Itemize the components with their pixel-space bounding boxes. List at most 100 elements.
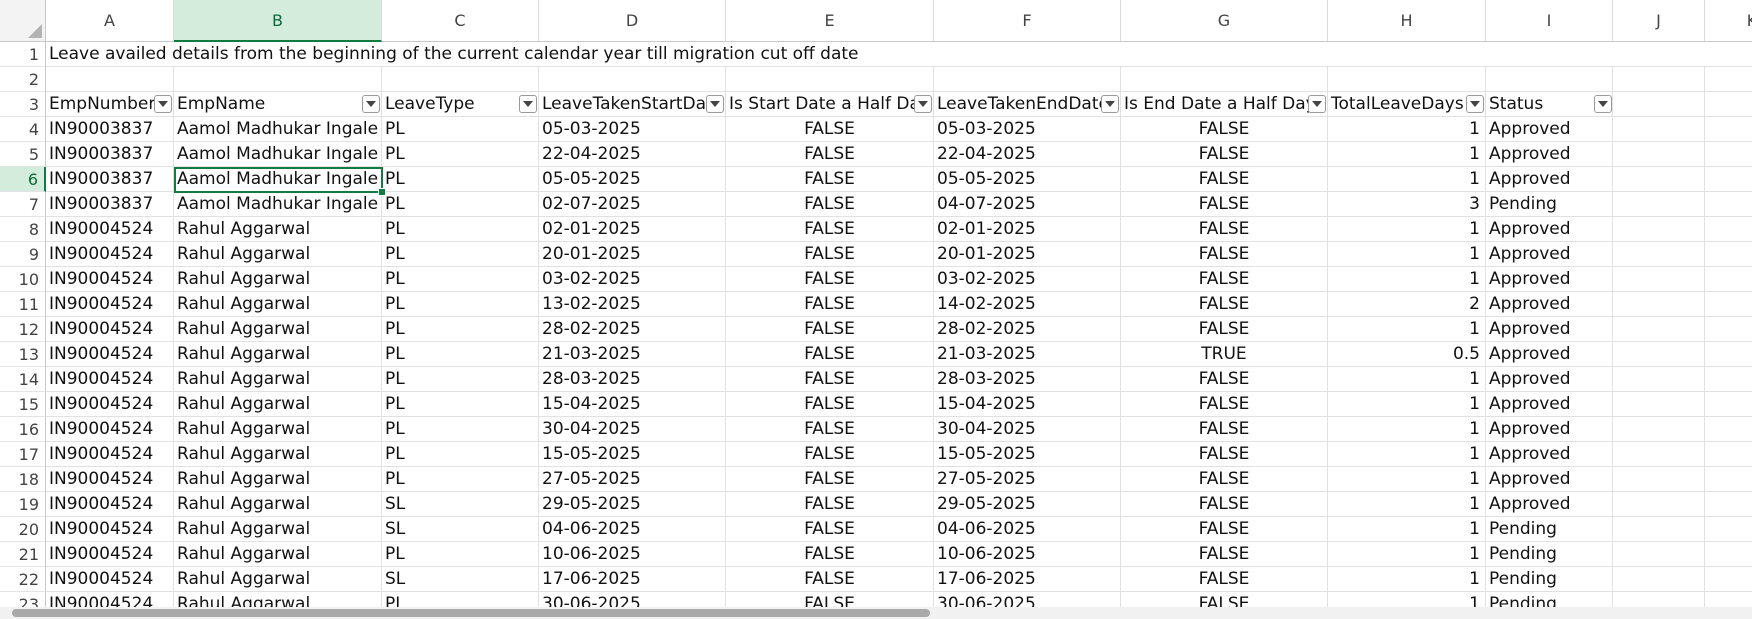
grid-cell[interactable] — [1613, 217, 1705, 242]
row-header-17[interactable]: 17 — [0, 442, 46, 467]
table-cell[interactable]: 15-04-2025 — [539, 392, 726, 417]
row-header-7[interactable]: 7 — [0, 192, 46, 217]
grid-cell[interactable] — [174, 67, 382, 92]
table-cell[interactable]: PL — [382, 317, 539, 342]
table-cell[interactable]: IN90004524 — [46, 217, 174, 242]
table-cell[interactable]: PL — [382, 392, 539, 417]
column-header-k[interactable]: K — [1705, 0, 1752, 42]
grid-cell[interactable] — [539, 67, 726, 92]
table-cell[interactable]: 28-02-2025 — [539, 317, 726, 342]
header-cell[interactable]: LeaveType — [382, 92, 539, 117]
table-cell[interactable]: 04-07-2025 — [934, 192, 1121, 217]
grid-cell[interactable] — [1613, 67, 1705, 92]
filter-dropdown-icon[interactable] — [706, 95, 724, 113]
grid-cell[interactable] — [1705, 242, 1752, 267]
table-cell[interactable]: PL — [382, 467, 539, 492]
table-cell[interactable]: PL — [382, 542, 539, 567]
table-cell[interactable]: FALSE — [726, 517, 934, 542]
table-cell[interactable]: 29-05-2025 — [934, 492, 1121, 517]
table-cell[interactable]: 17-06-2025 — [934, 567, 1121, 592]
grid-cell[interactable] — [1613, 517, 1705, 542]
column-header-e[interactable]: E — [726, 0, 934, 42]
grid-cell[interactable] — [1705, 392, 1752, 417]
row-header-5[interactable]: 5 — [0, 142, 46, 167]
table-cell[interactable]: FALSE — [726, 117, 934, 142]
table-cell[interactable]: Approved — [1486, 117, 1613, 142]
table-cell[interactable]: Rahul Aggarwal — [174, 517, 382, 542]
table-cell[interactable]: IN90004524 — [46, 242, 174, 267]
table-cell[interactable]: Approved — [1486, 292, 1613, 317]
table-cell[interactable]: FALSE — [1121, 317, 1328, 342]
select-all-button[interactable] — [0, 0, 46, 42]
table-cell[interactable]: 27-05-2025 — [934, 467, 1121, 492]
grid-cell[interactable] — [1613, 417, 1705, 442]
table-cell[interactable]: IN90003837 — [46, 117, 174, 142]
table-cell[interactable]: 05-03-2025 — [934, 117, 1121, 142]
table-cell[interactable]: FALSE — [726, 417, 934, 442]
header-cell[interactable]: EmpName — [174, 92, 382, 117]
table-cell[interactable]: FALSE — [726, 242, 934, 267]
table-cell[interactable]: FALSE — [1121, 267, 1328, 292]
table-cell[interactable]: Approved — [1486, 342, 1613, 367]
table-cell[interactable]: 1 — [1328, 467, 1486, 492]
table-cell[interactable]: PL — [382, 242, 539, 267]
table-cell[interactable]: IN90004524 — [46, 267, 174, 292]
filter-dropdown-icon[interactable] — [519, 95, 537, 113]
table-cell[interactable]: 05-05-2025 — [934, 167, 1121, 192]
row-header-1[interactable]: 1 — [0, 42, 46, 67]
row-header-16[interactable]: 16 — [0, 417, 46, 442]
table-cell[interactable]: Approved — [1486, 167, 1613, 192]
table-cell[interactable]: 1 — [1328, 492, 1486, 517]
table-cell[interactable]: Rahul Aggarwal — [174, 317, 382, 342]
row-header-10[interactable]: 10 — [0, 267, 46, 292]
column-header-c[interactable]: C — [382, 0, 539, 42]
table-cell[interactable]: 3 — [1328, 192, 1486, 217]
table-cell[interactable]: 21-03-2025 — [539, 342, 726, 367]
table-cell[interactable]: Aamol Madhukar Ingale — [174, 142, 382, 167]
table-cell[interactable]: Approved — [1486, 242, 1613, 267]
grid-cell[interactable] — [1613, 92, 1705, 117]
table-cell[interactable]: FALSE — [726, 342, 934, 367]
row-header-20[interactable]: 20 — [0, 517, 46, 542]
table-cell[interactable]: 10-06-2025 — [539, 542, 726, 567]
table-cell[interactable]: IN90004524 — [46, 542, 174, 567]
table-cell[interactable]: Rahul Aggarwal — [174, 392, 382, 417]
grid-cell[interactable] — [934, 67, 1121, 92]
row-header-9[interactable]: 9 — [0, 242, 46, 267]
grid-cell[interactable] — [1613, 367, 1705, 392]
grid-cell[interactable] — [46, 67, 174, 92]
table-cell[interactable]: 0.5 — [1328, 342, 1486, 367]
column-header-b[interactable]: B — [174, 0, 382, 42]
filter-dropdown-icon[interactable] — [1308, 95, 1326, 113]
table-cell[interactable]: IN90004524 — [46, 467, 174, 492]
table-cell[interactable]: Approved — [1486, 367, 1613, 392]
grid-cell[interactable] — [1705, 142, 1752, 167]
header-cell[interactable]: Is Start Date a Half Day — [726, 92, 934, 117]
grid-cell[interactable] — [1705, 442, 1752, 467]
row-header-2[interactable]: 2 — [0, 67, 46, 92]
sheet-title[interactable]: Leave availed details from the beginning… — [46, 42, 1486, 67]
table-cell[interactable]: Rahul Aggarwal — [174, 467, 382, 492]
grid-cell[interactable] — [1705, 367, 1752, 392]
grid-cell[interactable] — [1705, 542, 1752, 567]
table-cell[interactable]: PL — [382, 217, 539, 242]
table-cell[interactable]: 04-06-2025 — [539, 517, 726, 542]
table-cell[interactable]: IN90004524 — [46, 492, 174, 517]
column-header-a[interactable]: A — [46, 0, 174, 42]
grid-cell[interactable] — [1705, 117, 1752, 142]
table-cell[interactable]: 2 — [1328, 292, 1486, 317]
table-cell[interactable]: Rahul Aggarwal — [174, 342, 382, 367]
table-cell[interactable]: 27-05-2025 — [539, 467, 726, 492]
table-cell[interactable]: 30-04-2025 — [539, 417, 726, 442]
row-header-3[interactable]: 3 — [0, 92, 46, 117]
table-cell[interactable]: 17-06-2025 — [539, 567, 726, 592]
table-cell[interactable]: 1 — [1328, 442, 1486, 467]
table-cell[interactable]: 28-03-2025 — [934, 367, 1121, 392]
table-cell[interactable]: 22-04-2025 — [934, 142, 1121, 167]
table-cell[interactable]: 04-06-2025 — [934, 517, 1121, 542]
table-cell[interactable]: FALSE — [1121, 417, 1328, 442]
grid-cell[interactable] — [1613, 567, 1705, 592]
table-cell[interactable]: SL — [382, 492, 539, 517]
table-cell[interactable]: Approved — [1486, 317, 1613, 342]
table-cell[interactable]: 02-07-2025 — [539, 192, 726, 217]
